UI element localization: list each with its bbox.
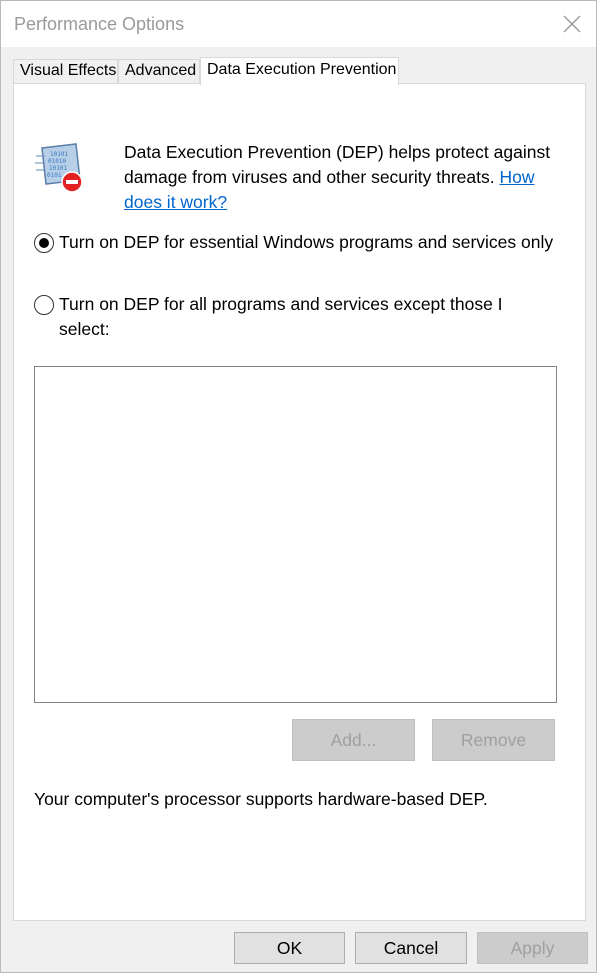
close-icon	[563, 15, 581, 33]
radio-essential-label: Turn on DEP for essential Windows progra…	[59, 232, 554, 252]
radio-all-label: Turn on DEP for all programs and service…	[59, 294, 503, 339]
tab-data-execution-prevention[interactable]: Data Execution Prevention	[200, 57, 399, 85]
radio-button-selected[interactable]	[34, 233, 54, 253]
radio-essential-programs[interactable]: Turn on DEP for essential Windows progra…	[34, 230, 554, 255]
excluded-programs-list[interactable]	[34, 366, 557, 703]
hardware-dep-status: Your computer's processor supports hardw…	[34, 789, 488, 809]
radio-button-unselected[interactable]	[34, 295, 54, 315]
dep-tab-panel: 10101 01010 10101 0101 Data Execution Pr…	[13, 83, 586, 921]
tab-visual-effects[interactable]: Visual Effects	[13, 59, 118, 84]
dep-description: Data Execution Prevention (DEP) helps pr…	[124, 140, 564, 215]
svg-text:01010: 01010	[48, 158, 66, 165]
dep-description-text: Data Execution Prevention (DEP) helps pr…	[124, 142, 551, 187]
title-bar: Performance Options	[1, 1, 596, 47]
svg-text:10101: 10101	[49, 165, 67, 172]
apply-button[interactable]: Apply	[477, 932, 588, 964]
dep-shield-icon: 10101 01010 10101 0101	[35, 143, 83, 193]
svg-text:10101: 10101	[50, 151, 68, 158]
remove-button[interactable]: Remove	[432, 719, 555, 761]
add-button[interactable]: Add...	[292, 719, 415, 761]
cancel-button[interactable]: Cancel	[355, 932, 467, 964]
ok-button[interactable]: OK	[234, 932, 345, 964]
svg-text:0101: 0101	[47, 172, 62, 179]
tab-advanced[interactable]: Advanced	[118, 59, 200, 84]
radio-all-programs[interactable]: Turn on DEP for all programs and service…	[34, 292, 554, 342]
performance-options-window: Performance Options Visual Effects Advan…	[0, 0, 597, 973]
window-title: Performance Options	[14, 14, 185, 34]
close-button[interactable]	[548, 1, 596, 47]
